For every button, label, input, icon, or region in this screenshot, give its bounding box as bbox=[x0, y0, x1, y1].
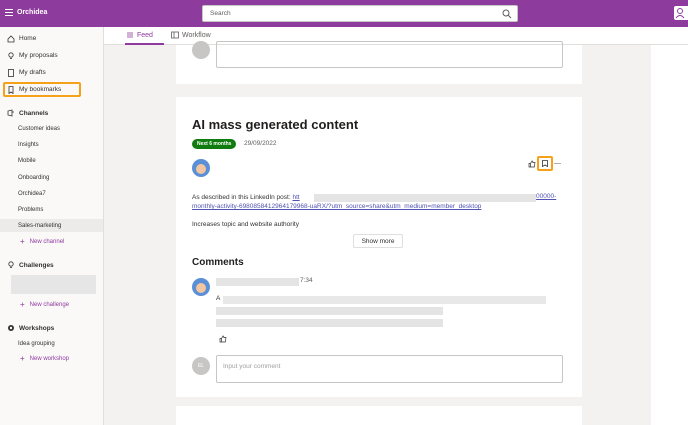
plus-icon: + bbox=[20, 300, 25, 309]
comment-input[interactable]: Input your comment bbox=[216, 355, 563, 383]
challenges-section-title[interactable]: Challenges bbox=[0, 259, 54, 271]
channel-item[interactable]: Orchidea7 bbox=[0, 187, 103, 200]
tab-active-indicator bbox=[125, 43, 164, 45]
home-icon bbox=[7, 34, 15, 42]
redacted-commenter-name bbox=[216, 278, 299, 286]
document-icon bbox=[8, 68, 14, 77]
redacted-comment-text bbox=[216, 307, 443, 315]
channel-item[interactable]: Insights bbox=[0, 138, 103, 151]
workshop-item[interactable]: Idea grouping bbox=[0, 337, 103, 350]
workshops-section-title[interactable]: Workshops bbox=[0, 322, 54, 334]
redacted-link bbox=[314, 194, 536, 202]
channel-item[interactable]: Onboarding bbox=[0, 171, 103, 184]
post-description-line2: Increases topic and website authority bbox=[192, 221, 299, 228]
comment-text: A bbox=[216, 295, 221, 302]
plus-icon: + bbox=[20, 354, 25, 363]
new-workshop-button[interactable]: + New workshop bbox=[0, 353, 69, 365]
redacted-comment-text bbox=[216, 319, 443, 327]
post-card: AI mass generated content Next 6 months … bbox=[176, 97, 582, 397]
sidebar-item-label: My proposals bbox=[19, 52, 58, 59]
tab-feed-label: Feed bbox=[137, 31, 153, 39]
sidebar-item-home[interactable]: Home bbox=[0, 32, 104, 45]
avatar bbox=[192, 41, 210, 59]
new-workshop-label: New workshop bbox=[29, 356, 70, 362]
thumbs-up-icon[interactable] bbox=[219, 335, 227, 343]
post-link[interactable]: htt bbox=[292, 194, 299, 201]
bookmark-icon[interactable] bbox=[542, 160, 548, 167]
search-icon[interactable] bbox=[502, 9, 512, 19]
sidebar-item-label: Home bbox=[19, 35, 37, 42]
new-channel-label: New channel bbox=[29, 239, 65, 245]
bookmarks-highlight bbox=[3, 82, 81, 97]
description-prefix: As described in this LinkedIn post: bbox=[192, 194, 293, 201]
workshops-icon bbox=[8, 325, 14, 331]
comment-placeholder: Input your comment bbox=[223, 363, 281, 370]
sidebar-item-my-proposals[interactable]: My proposals bbox=[0, 49, 104, 62]
thumbs-up-icon[interactable] bbox=[528, 160, 536, 168]
avatar: EL bbox=[192, 357, 210, 375]
comment-input[interactable] bbox=[216, 41, 563, 68]
comment-time: 7:34 bbox=[300, 277, 313, 284]
post-title[interactable]: AI mass generated content bbox=[192, 117, 358, 132]
feed-icon bbox=[127, 32, 133, 38]
channels-section-title[interactable]: Channels bbox=[0, 107, 48, 119]
channel-item[interactable]: Mobile bbox=[0, 154, 103, 167]
new-challenge-button[interactable]: + New challenge bbox=[0, 299, 69, 311]
tab-workflow[interactable]: Workflow bbox=[171, 31, 211, 39]
more-options-icon[interactable]: — bbox=[554, 160, 561, 167]
workflow-icon bbox=[171, 31, 179, 39]
next-post-card bbox=[176, 406, 582, 425]
post-link-end[interactable]: 00000- bbox=[536, 193, 556, 200]
previous-post-card bbox=[176, 41, 582, 84]
channels-icon bbox=[7, 109, 14, 117]
lightbulb-icon bbox=[8, 261, 14, 268]
tab-workflow-label: Workflow bbox=[182, 31, 211, 39]
app-title[interactable]: Orchidea bbox=[17, 9, 47, 16]
sidebar-item-label: My drafts bbox=[19, 69, 46, 76]
challenges-title-label: Challenges bbox=[19, 261, 54, 269]
redacted-comment-text bbox=[223, 296, 546, 304]
post-date: 29/09/2022 bbox=[244, 140, 277, 147]
tab-feed[interactable]: Feed bbox=[126, 31, 153, 39]
new-challenge-label: New challenge bbox=[29, 302, 70, 308]
channel-item-active[interactable]: Sales-marketing bbox=[0, 219, 103, 232]
plus-icon: + bbox=[20, 237, 25, 246]
show-more-button[interactable]: Show more bbox=[353, 234, 403, 248]
comments-title: Comments bbox=[192, 257, 244, 268]
status-badge: Next 6 months bbox=[192, 139, 237, 149]
workshops-title-label: Workshops bbox=[19, 324, 55, 332]
hamburger-menu-icon[interactable] bbox=[5, 9, 13, 17]
search-input[interactable]: Search bbox=[202, 5, 518, 22]
channel-item[interactable]: Problems bbox=[0, 203, 103, 216]
post-link-continued[interactable]: monthly-activity-6980858412964179968-uaR… bbox=[192, 203, 481, 210]
new-channel-button[interactable]: + New channel bbox=[0, 236, 64, 248]
challenge-placeholder bbox=[11, 275, 96, 294]
channel-item[interactable]: Customer ideas bbox=[0, 122, 103, 135]
lightbulb-icon bbox=[8, 51, 14, 59]
right-panel bbox=[651, 45, 688, 425]
avatar[interactable] bbox=[192, 159, 210, 177]
channels-title-label: Channels bbox=[19, 109, 49, 117]
sidebar-item-my-drafts[interactable]: My drafts bbox=[0, 66, 104, 79]
user-menu-icon[interactable] bbox=[674, 6, 688, 20]
search-placeholder: Search bbox=[210, 10, 231, 17]
top-bar: Orchidea Search bbox=[0, 0, 688, 27]
avatar[interactable] bbox=[192, 278, 210, 296]
